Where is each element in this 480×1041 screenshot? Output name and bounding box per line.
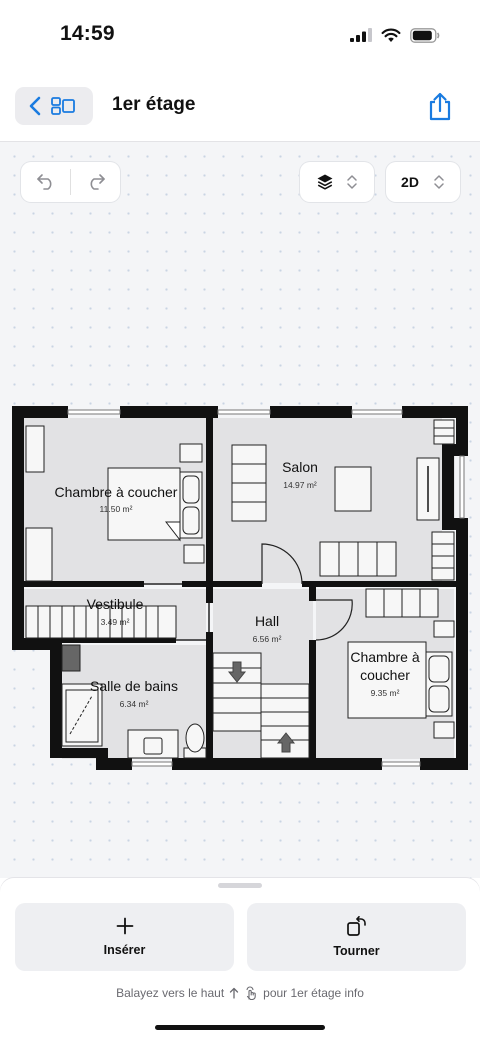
page-title: 1er étage	[112, 94, 196, 115]
share-icon[interactable]	[426, 92, 454, 122]
room-area-salle-de-bains: 6.34 m²	[120, 699, 149, 709]
nav-bar: 1er étage	[0, 70, 480, 142]
room-label-hall: Hall	[255, 613, 279, 629]
arrow-up-icon	[230, 987, 239, 999]
hand-swipe-icon	[246, 986, 256, 1000]
room-area-hall: 6.56 m²	[253, 634, 282, 644]
insert-button[interactable]: Insérer	[15, 903, 234, 971]
undo-icon	[36, 174, 51, 190]
room-area-salon: 14.97 m²	[283, 480, 317, 490]
status-time: 14:59	[60, 22, 115, 45]
redo-button[interactable]	[71, 162, 120, 202]
status-bar: 14:59	[0, 0, 480, 70]
back-button[interactable]	[15, 87, 93, 125]
layers-icon	[317, 174, 333, 190]
bottom-sheet[interactable]: Insérer Tourner Balayez vers le haut pou…	[0, 878, 480, 1041]
plus-icon	[116, 917, 133, 935]
room-area-chambre1: 11.50 m²	[100, 504, 133, 514]
room-label-vestibule: Vestibule	[87, 596, 144, 612]
undo-button[interactable]	[21, 162, 70, 202]
chevron-up-down-icon	[434, 175, 444, 189]
wifi-icon	[381, 28, 401, 42]
battery-icon	[410, 27, 440, 43]
layers-selector[interactable]	[300, 162, 374, 202]
insert-label: Insérer	[103, 943, 146, 957]
room-label-salle-de-bains: Salle de bains	[90, 678, 178, 694]
redo-icon	[90, 174, 105, 190]
hint-prefix: Balayez vers le haut	[116, 986, 225, 1000]
rotate-icon	[346, 916, 366, 936]
room-area-vestibule: 3.49 m²	[101, 617, 130, 627]
room-label-chambre2-line2: coucher	[360, 667, 410, 683]
room-area-chambre2: 9.35 m²	[371, 688, 400, 698]
floorplan[interactable]: Chambre à coucher 11.50 m² Salon 14.97 m…	[0, 142, 480, 878]
sheet-grabber[interactable]	[218, 883, 262, 888]
room-label-chambre2-line1: Chambre à	[350, 649, 419, 665]
view-mode-selector[interactable]: 2D	[386, 162, 460, 202]
home-indicator[interactable]	[155, 1025, 325, 1030]
status-icons	[350, 26, 440, 44]
floor-layout-icon	[51, 97, 75, 115]
undo-redo-group	[21, 162, 120, 202]
rotate-label: Tourner	[333, 944, 380, 958]
view-mode-value: 2D	[401, 174, 419, 190]
rotate-button[interactable]: Tourner	[247, 903, 466, 971]
room-label-chambre1: Chambre à coucher	[55, 484, 178, 500]
floorplan-canvas[interactable]: Chambre à coucher 11.50 m² Salon 14.97 m…	[0, 142, 480, 878]
hint-suffix: pour 1er étage info	[263, 986, 364, 1000]
signal-icon	[350, 28, 372, 42]
swipe-hint: Balayez vers le haut pour 1er étage info	[0, 986, 480, 1000]
room-label-salon: Salon	[282, 459, 318, 475]
chevron-left-icon	[29, 96, 41, 116]
chevron-up-down-icon	[347, 175, 357, 189]
